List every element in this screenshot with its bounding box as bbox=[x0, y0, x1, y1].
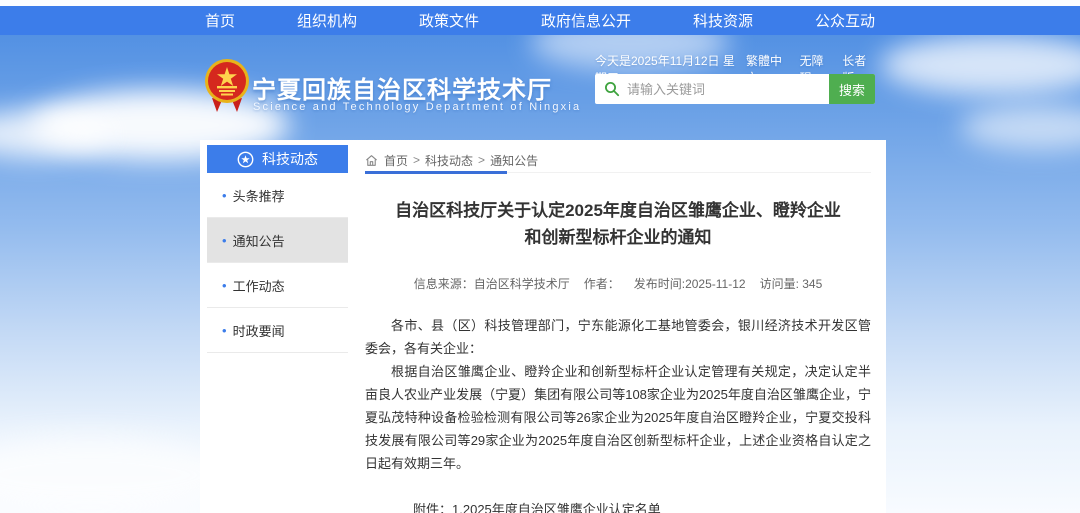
search-button[interactable]: 搜索 bbox=[829, 74, 875, 104]
breadcrumb: 首页 > 科技动态 > 通知公告 bbox=[365, 148, 871, 173]
meta-source: 信息来源：自治区科学技术厅 bbox=[414, 277, 570, 291]
article-title-line2: 和创新型标杆企业的通知 bbox=[525, 228, 712, 247]
cloud-decoration bbox=[960, 105, 1080, 150]
bullet-icon: • bbox=[222, 278, 227, 293]
sidebar-item-label: 通知公告 bbox=[233, 231, 285, 250]
page: 首页 组织机构 政策文件 政府信息公开 科技资源 公众互动 宁夏回族自治区科学技… bbox=[0, 0, 1080, 513]
attachments-label: 附件： bbox=[413, 499, 452, 513]
search-icon bbox=[604, 81, 620, 97]
sidebar-item-current-politics[interactable]: • 时政要闻 bbox=[207, 308, 348, 353]
bullet-icon: • bbox=[222, 233, 227, 248]
nav-item-policy-documents[interactable]: 政策文件 bbox=[419, 10, 479, 31]
bullet-icon: • bbox=[222, 323, 227, 338]
top-nav: 首页 组织机构 政策文件 政府信息公开 科技资源 公众互动 bbox=[0, 6, 1080, 35]
article-title: 自治区科技厅关于认定2025年度自治区雏鹰企业、瞪羚企业 和创新型标杆企业的通知 bbox=[365, 197, 871, 251]
breadcrumb-current-page: 通知公告 bbox=[490, 152, 538, 169]
search-input[interactable] bbox=[627, 74, 829, 104]
circle-star-icon bbox=[237, 151, 254, 168]
nav-item-public-interaction[interactable]: 公众互动 bbox=[815, 10, 875, 31]
attachments: 附件： 1.2025年度自治区雏鹰企业认定名单 2.2025年度自治区瞪羚企业认… bbox=[365, 499, 871, 513]
breadcrumb-separator: > bbox=[413, 153, 420, 167]
breadcrumb-tech-news[interactable]: 科技动态 bbox=[425, 152, 473, 169]
meta-publish-date: 发布时间:2025-11-12 bbox=[634, 277, 746, 291]
meta-author: 作者： bbox=[584, 277, 620, 291]
sidebar-list: • 头条推荐 • 通知公告 • 工作动态 • 时政要闻 bbox=[207, 173, 348, 353]
nav-item-tech-resources[interactable]: 科技资源 bbox=[693, 10, 753, 31]
sidebar-item-label: 时政要闻 bbox=[233, 321, 285, 340]
article-paragraph: 根据自治区雏鹰企业、瞪羚企业和创新型标杆企业认定管理有关规定，决定认定半亩良人农… bbox=[365, 360, 871, 475]
sidebar-title: 科技动态 bbox=[262, 149, 318, 169]
site-title: 宁夏回族自治区科学技术厅 bbox=[252, 70, 552, 105]
national-emblem-logo[interactable] bbox=[204, 58, 250, 119]
sidebar-item-label: 工作动态 bbox=[233, 276, 285, 295]
nav-item-gov-info-disclosure[interactable]: 政府信息公开 bbox=[541, 10, 631, 31]
article-body: 各市、县（区）科技管理部门，宁东能源化工基地管委会，银川经济技术开发区管委会，各… bbox=[365, 314, 871, 475]
site-subtitle: Science and Technology Department of Nin… bbox=[253, 101, 581, 113]
attachment-link-eagle-list[interactable]: 1.2025年度自治区雏鹰企业认定名单 bbox=[452, 499, 700, 513]
search-bar: 搜索 bbox=[595, 74, 875, 104]
sidebar-header: 科技动态 bbox=[207, 145, 348, 173]
nav-item-organization[interactable]: 组织机构 bbox=[297, 10, 357, 31]
article-title-line1: 自治区科技厅关于认定2025年度自治区雏鹰企业、瞪羚企业 bbox=[395, 201, 841, 220]
attachments-list: 1.2025年度自治区雏鹰企业认定名单 2.2025年度自治区瞪羚企业认定名单 … bbox=[452, 499, 700, 513]
sidebar-item-notices[interactable]: • 通知公告 bbox=[207, 218, 348, 263]
sidebar-item-headlines[interactable]: • 头条推荐 bbox=[207, 173, 348, 218]
content-panel: 科技动态 • 头条推荐 • 通知公告 • 工作动态 • 时政要闻 bbox=[200, 140, 886, 513]
breadcrumb-home[interactable]: 首页 bbox=[384, 152, 408, 169]
article-section: 首页 > 科技动态 > 通知公告 自治区科技厅关于认定2025年度自治区雏鹰企业… bbox=[365, 148, 871, 513]
meta-visits: 访问量: 345 bbox=[760, 277, 823, 291]
home-icon bbox=[365, 154, 378, 167]
cloud-decoration bbox=[880, 35, 1080, 95]
nav-item-home[interactable]: 首页 bbox=[205, 10, 235, 31]
article-meta: 信息来源：自治区科学技术厅作者： 发布时间:2025-11-12 访问量: 345 bbox=[365, 275, 871, 292]
breadcrumb-separator: > bbox=[478, 153, 485, 167]
sidebar: 科技动态 • 头条推荐 • 通知公告 • 工作动态 • 时政要闻 bbox=[207, 145, 348, 353]
national-emblem-icon bbox=[204, 58, 250, 114]
article-paragraph: 各市、县（区）科技管理部门，宁东能源化工基地管委会，银川经济技术开发区管委会，各… bbox=[365, 314, 871, 360]
bullet-icon: • bbox=[222, 188, 227, 203]
sidebar-item-work-news[interactable]: • 工作动态 bbox=[207, 263, 348, 308]
sidebar-item-label: 头条推荐 bbox=[233, 186, 285, 205]
